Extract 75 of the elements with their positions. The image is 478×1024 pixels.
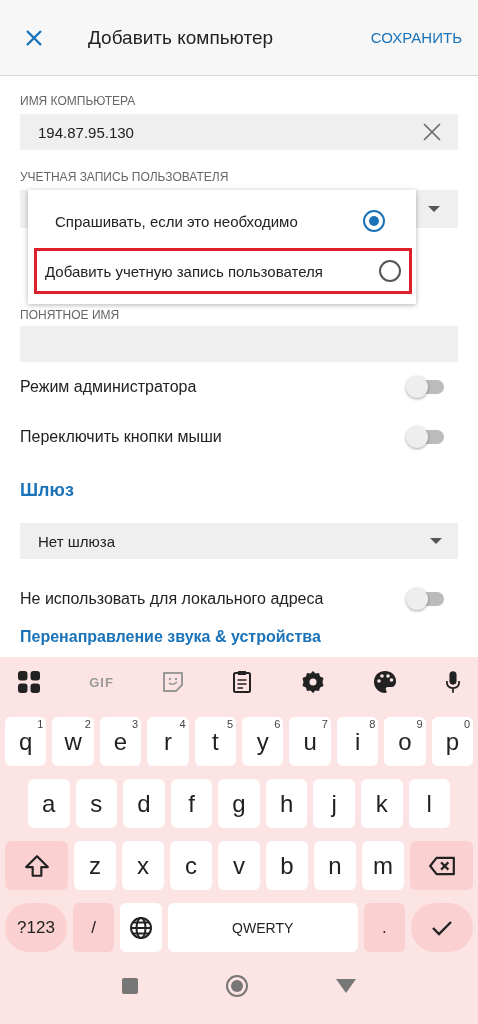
keyboard-key[interactable]: b <box>266 841 308 890</box>
save-button[interactable]: СОХРАНИТЬ <box>368 25 464 50</box>
keyboard-key[interactable]: . <box>363 903 406 952</box>
settings-icon[interactable] <box>300 670 325 694</box>
back-icon[interactable] <box>335 978 357 994</box>
toggle-label: Не использовать для локального адреса <box>20 590 324 608</box>
key-hint: 5 <box>226 719 234 730</box>
menu-option[interactable]: Спрашивать, если это необходимо <box>34 198 412 244</box>
shift-key[interactable] <box>5 841 68 890</box>
keyboard-key[interactable]: z <box>74 841 116 890</box>
keyboard-key[interactable]: d <box>123 779 165 828</box>
keyboard-key[interactable]: t 5 <box>194 717 237 766</box>
toggle-label: Переключить кнопки мыши <box>20 428 222 446</box>
keyboard-key[interactable]: i 8 <box>336 717 379 766</box>
key-hint: 6 <box>274 719 281 730</box>
keyboard-key[interactable]: m <box>362 841 404 890</box>
section-heading: Шлюз <box>20 480 74 501</box>
close-icon[interactable] <box>24 27 44 48</box>
apps-grid-icon[interactable] <box>17 670 41 694</box>
keyboard-key[interactable]: g <box>218 779 260 828</box>
gateway-dropdown[interactable]: Нет шлюза <box>20 523 458 559</box>
keyboard-key[interactable]: q 1 <box>5 717 47 766</box>
keyboard-key[interactable]: e 3 <box>99 717 142 766</box>
shift-icon <box>23 853 50 878</box>
clipboard-icon[interactable] <box>232 670 253 694</box>
keyboard-key[interactable]: u 7 <box>289 717 331 766</box>
key-hint: 9 <box>416 719 423 730</box>
keyboard-key[interactable]: r 4 <box>147 717 189 766</box>
backspace-key[interactable] <box>410 841 473 890</box>
keyboard-key[interactable]: f <box>170 779 213 828</box>
caret-icon <box>428 206 440 212</box>
backspace-icon <box>427 855 456 876</box>
section-heading: Перенаправление звука & устройства <box>20 628 321 646</box>
key-hint: 7 <box>321 719 328 730</box>
key-hint: 3 <box>132 719 139 730</box>
keyboard-key[interactable]: a <box>28 779 70 828</box>
keyboard-key[interactable]: p 0 <box>431 717 474 766</box>
keyboard-key[interactable]: / <box>73 903 115 952</box>
palette-icon[interactable] <box>372 670 397 694</box>
keyboard-key[interactable]: y 6 <box>242 717 284 766</box>
keyboard-key[interactable]: x <box>122 841 164 890</box>
key-hint: 0 <box>463 719 471 730</box>
space-key[interactable]: QWERTY <box>167 903 358 952</box>
check-icon <box>431 919 454 936</box>
keyboard-key[interactable]: o 9 <box>384 717 426 766</box>
clear-icon[interactable] <box>422 122 442 142</box>
field-label: ПОНЯТНОЕ ИМЯ <box>20 308 121 322</box>
key-hint: 1 <box>37 719 44 730</box>
toggle-label: Режим администратора <box>20 378 197 396</box>
keyboard-key[interactable]: w 2 <box>52 717 94 766</box>
field-label: УЧЕТНАЯ ЗАПИСЬ ПОЛЬЗОВАТЕЛЯ <box>20 170 230 184</box>
key-hint: 4 <box>179 719 186 730</box>
home-icon[interactable] <box>225 974 249 998</box>
caret-icon <box>430 538 442 544</box>
keyboard-key[interactable]: n <box>314 841 356 890</box>
radio-selected[interactable] <box>363 210 385 232</box>
key-hint: 8 <box>369 719 376 730</box>
keyboard-key[interactable]: j <box>313 779 355 828</box>
page-title: Добавить компьютер <box>88 26 275 49</box>
computer-name-field[interactable]: 194.87.95.130 <box>20 114 458 150</box>
menu-option[interactable]: Добавить учетную запись пользователя <box>34 248 412 294</box>
recents-icon[interactable] <box>121 977 139 995</box>
language-key[interactable] <box>120 903 162 952</box>
keyboard-key[interactable]: k <box>360 779 403 828</box>
keyboard-key[interactable]: ?123 <box>5 903 67 952</box>
keyboard-key[interactable]: s <box>75 779 118 828</box>
globe-icon <box>128 915 153 940</box>
microphone-icon[interactable] <box>445 670 461 694</box>
keyboard-key[interactable]: c <box>170 841 212 890</box>
keyboard-key[interactable]: h <box>265 779 308 828</box>
field-label: ИМЯ КОМПЬЮТЕРА <box>20 94 137 108</box>
keyboard-key[interactable]: v <box>218 841 260 890</box>
radio-unselected[interactable] <box>379 260 401 282</box>
key-hint: 2 <box>84 719 91 730</box>
keyboard-key[interactable]: l <box>408 779 451 828</box>
